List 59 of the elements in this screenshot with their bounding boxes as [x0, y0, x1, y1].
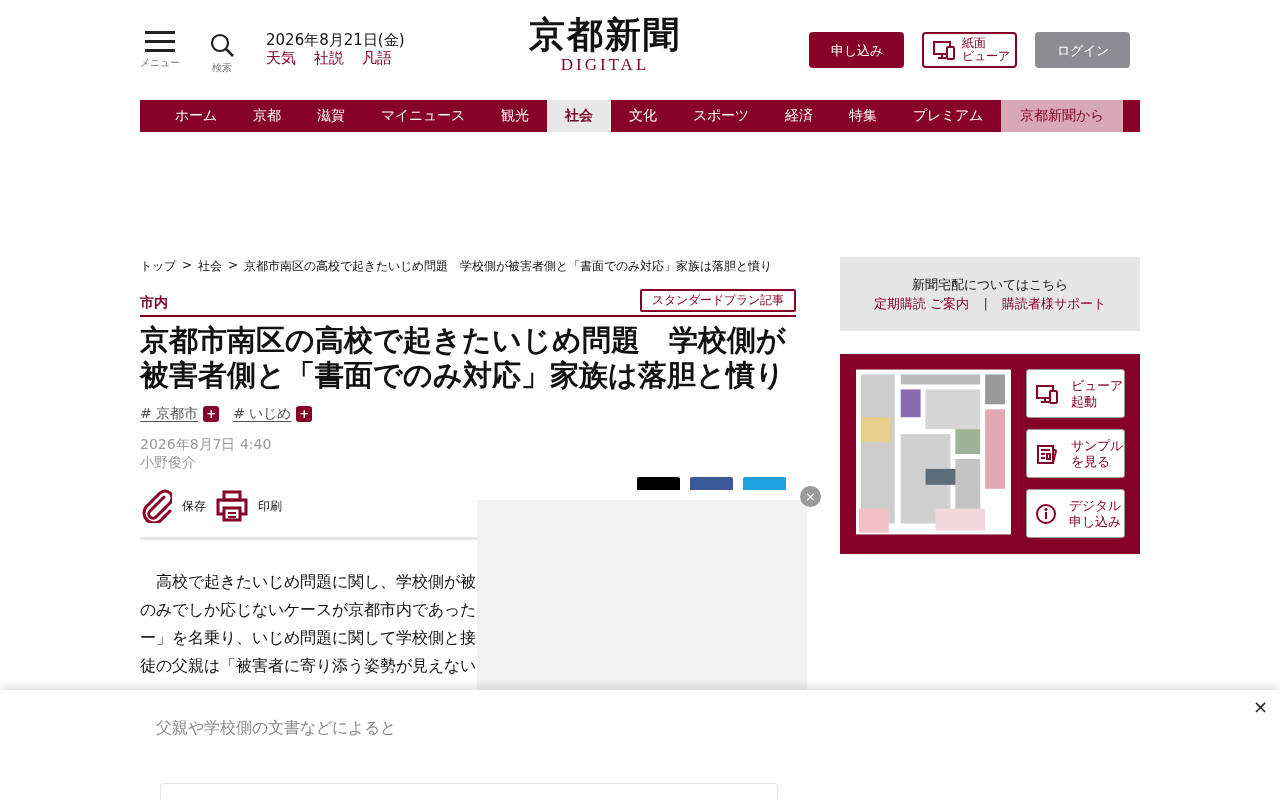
publish-date: 2026年8月7日 4:40	[140, 435, 273, 453]
nav-tab[interactable]: 滋賀	[299, 100, 363, 132]
subscription-link[interactable]: 定期購読 ご案内	[874, 294, 970, 313]
nav-tab[interactable]: マイニュース	[363, 100, 483, 132]
plan-badge: スタンダードプラン記事	[640, 289, 796, 312]
search-label[interactable]: 検索	[212, 61, 232, 75]
share-button[interactable]	[743, 477, 786, 490]
nav-tab[interactable]: 経済	[767, 100, 831, 132]
facebook-share-button[interactable]	[690, 477, 733, 490]
nav-tab[interactable]: 京都	[235, 100, 299, 132]
nav-tab[interactable]: スポーツ	[675, 100, 767, 132]
subscription-link[interactable]: 購読者様サポート	[1001, 294, 1106, 313]
save-button[interactable]: 保存	[140, 489, 206, 523]
breadcrumb-separator: >	[228, 258, 239, 274]
launch-viewer-button[interactable]: ビューア 起動	[1026, 369, 1125, 418]
menu-icon	[145, 30, 175, 52]
site-logo[interactable]: 京都新聞	[490, 12, 720, 56]
link-separator: |	[983, 295, 988, 313]
breadcrumb-separator: >	[182, 258, 193, 274]
breadcrumb-link[interactable]: トップ	[140, 258, 176, 275]
quick-link[interactable]: 天気	[266, 49, 296, 68]
tag-link[interactable]: # いじめ	[233, 405, 292, 423]
nav-tab[interactable]: 文化	[611, 100, 675, 132]
breadcrumb-current: 京都市南区の高校で起きたいじめ問題 学校側が被害者側と「書面でのみ対応」家族は落胆と憤り	[244, 258, 773, 275]
viewer-button[interactable]: 紙面 ビューア	[922, 32, 1017, 68]
info-icon	[1035, 502, 1057, 525]
nav-tab[interactable]: 京都新聞から	[1001, 100, 1123, 132]
x-share-button[interactable]	[637, 477, 680, 490]
sample-button[interactable]: サンプル を見る	[1026, 429, 1125, 478]
apply-button[interactable]: デジタル 申し込み	[1026, 489, 1125, 538]
devices-icon	[1035, 382, 1059, 405]
nav-tab[interactable]: 特集	[831, 100, 895, 132]
current-date: 2026年8月21日(金)	[266, 32, 405, 49]
menu-label[interactable]: メニュー	[140, 55, 180, 70]
follow-tag-button[interactable]: +	[296, 406, 313, 422]
paperclip-icon	[140, 489, 172, 523]
quick-link[interactable]: 社説	[314, 49, 344, 68]
author-name: 小野俊介	[140, 453, 197, 471]
nav-tab[interactable]: 観光	[483, 100, 547, 132]
article-text: 高校で起きたいじめ問題に関し、学校側が被 のみでしか応じないケースが京都市内であった ー」を名乗り、いじめ問題に関して学校側と接 徒の父親は「被害者に寄り添う姿勢が見えない	[140, 571, 476, 677]
subscribe-button[interactable]: 申し込み	[809, 32, 904, 68]
article-title: 京都市南区の高校で起きたいじめ問題 学校側が被害者側と「書面でのみ対応」家族は落胆と憤り	[140, 323, 787, 393]
printer-icon	[216, 490, 248, 522]
delivery-heading: 新聞宅配についてはこちら	[912, 276, 1068, 294]
print-button[interactable]: 印刷	[216, 490, 282, 522]
logo-subtitle: DIGITAL	[559, 56, 651, 74]
article-text: 父親や学校側の文書などによると	[156, 718, 396, 739]
close-button[interactable]: ×	[1248, 696, 1272, 717]
search-icon	[210, 33, 234, 57]
quick-link[interactable]: 凡語	[362, 49, 392, 68]
category-label[interactable]: 市内	[140, 294, 168, 312]
nav-tab[interactable]: プレミアム	[895, 100, 1001, 132]
nav-tab[interactable]: 社会	[547, 100, 611, 132]
breadcrumb-link[interactable]: 社会	[198, 258, 223, 275]
nav-tab[interactable]: ホーム	[157, 100, 235, 132]
devices-icon	[932, 39, 956, 61]
newspaper-icon	[1035, 442, 1059, 465]
follow-tag-button[interactable]: +	[203, 406, 220, 422]
tag-link[interactable]: # 京都市	[140, 405, 199, 423]
